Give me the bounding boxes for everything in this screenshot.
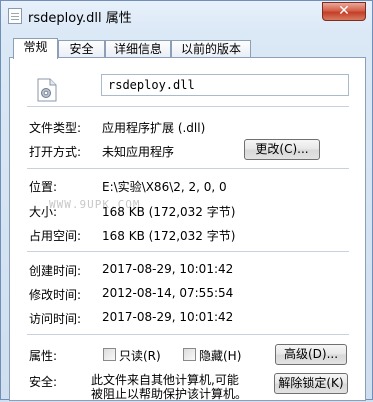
- change-button[interactable]: 更改(C)...: [244, 139, 320, 160]
- size-on-disk-value: 168 KB (172,032 字节): [102, 229, 236, 243]
- security-text-line2: 被阻止以帮助保护该计算机。: [91, 387, 248, 401]
- tab-security[interactable]: 安全: [58, 40, 105, 58]
- modified-label: 修改时间:: [29, 288, 82, 302]
- accessed-value: 2017-08-29, 10:01:42: [102, 310, 234, 324]
- file-type-label: 文件类型:: [29, 121, 82, 135]
- close-button[interactable]: ✕: [322, 2, 366, 21]
- size-value: 168 KB (172,032 字节): [102, 205, 236, 219]
- dll-file-icon: [37, 78, 57, 102]
- location-label: 位置:: [29, 180, 58, 194]
- separator: [27, 251, 349, 252]
- window-title: rsdeploy.dll 属性: [28, 11, 132, 26]
- opens-with-label: 打开方式:: [29, 145, 82, 159]
- separator: [27, 106, 349, 107]
- created-label: 创建时间:: [29, 264, 82, 278]
- created-value: 2017-08-29, 10:01:42: [102, 262, 234, 276]
- security-label: 安全:: [29, 375, 58, 389]
- readonly-checkbox[interactable]: [103, 348, 116, 361]
- location-value: E:\实验\X86\2, 2, 0, 0: [102, 180, 227, 194]
- title-bar[interactable]: rsdeploy.dll 属性 ✕: [1, 1, 372, 31]
- tab-details[interactable]: 详细信息: [105, 40, 171, 58]
- readonly-label[interactable]: 只读(R): [119, 347, 161, 364]
- hidden-label[interactable]: 隐藏(H): [199, 347, 241, 364]
- accessed-label: 访问时间:: [29, 312, 82, 326]
- attributes-label: 属性:: [29, 349, 58, 363]
- file-name-input[interactable]: [101, 74, 349, 96]
- size-label: 大小:: [29, 205, 58, 219]
- unblock-button[interactable]: 解除锁定(K): [274, 373, 348, 394]
- separator: [27, 334, 349, 335]
- modified-value: 2012-08-14, 07:55:54: [102, 286, 234, 300]
- file-icon: [8, 8, 22, 24]
- tab-previous-versions[interactable]: 以前的版本: [171, 40, 251, 58]
- separator: [27, 168, 349, 169]
- size-on-disk-label: 占用空间:: [29, 229, 82, 243]
- advanced-button[interactable]: 高级(D)...: [275, 344, 347, 365]
- file-type-value: 应用程序扩展 (.dll): [102, 121, 206, 135]
- hidden-checkbox[interactable]: [183, 348, 196, 361]
- tab-general[interactable]: 常规: [13, 38, 58, 59]
- opens-with-value: 未知应用程序: [102, 145, 175, 159]
- properties-window: rsdeploy.dll 属性 ✕ 常规 安全 详细信息 以前的版本 文件类型:…: [0, 0, 373, 401]
